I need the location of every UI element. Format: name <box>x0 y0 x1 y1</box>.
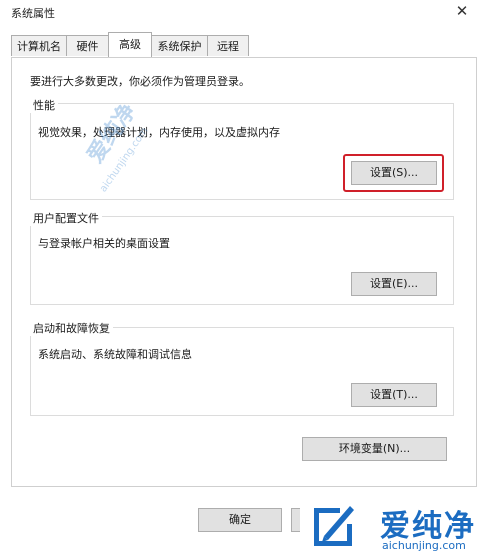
system-properties-window: 系统属性 ✕ 计算机名 硬件 高级 系统保护 远程 要进行大多数更改，你必须作为… <box>0 0 500 558</box>
brand-logo: 爱纯净 aichunjing.com <box>300 496 500 558</box>
tab-remote[interactable]: 远程 <box>207 35 249 56</box>
user-profiles-description: 与登录帐户相关的桌面设置 <box>38 237 170 250</box>
startup-recovery-group-title: 启动和故障恢复 <box>30 320 113 336</box>
tab-hardware[interactable]: 硬件 <box>66 35 109 56</box>
tab-system-protection[interactable]: 系统保护 <box>151 35 208 56</box>
brand-logo-icon <box>314 506 354 546</box>
user-profiles-group-title: 用户配置文件 <box>30 210 102 226</box>
performance-description: 视觉效果，处理器计划，内存使用，以及虚拟内存 <box>38 126 280 139</box>
close-icon[interactable]: ✕ <box>448 0 476 22</box>
environment-variables-button[interactable]: 环境变量(N)... <box>302 437 447 461</box>
brand-logo-url: aichunjing.com <box>382 539 466 552</box>
performance-settings-highlight <box>343 154 444 192</box>
startup-recovery-description: 系统启动、系统故障和调试信息 <box>38 348 192 361</box>
user-profiles-settings-button[interactable]: 设置(E)... <box>351 272 437 296</box>
startup-recovery-settings-button[interactable]: 设置(T)... <box>351 383 437 407</box>
performance-group-title: 性能 <box>30 97 58 113</box>
ok-button[interactable]: 确定 <box>198 508 282 532</box>
window-title: 系统属性 <box>11 7 55 20</box>
tab-advanced[interactable]: 高级 <box>108 32 152 57</box>
admin-note: 要进行大多数更改，你必须作为管理员登录。 <box>30 75 250 88</box>
tab-computer-name[interactable]: 计算机名 <box>11 35 67 56</box>
